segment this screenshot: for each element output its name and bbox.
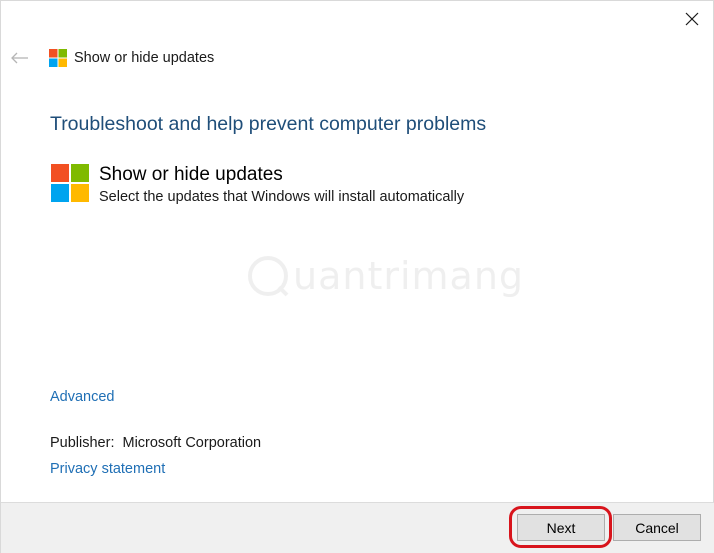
watermark: uantrimang: [245, 253, 524, 299]
back-arrow-icon: [11, 52, 28, 64]
watermark-text: uantrimang: [293, 254, 525, 298]
troubleshooter-description: Select the updates that Windows will ins…: [99, 189, 465, 205]
windows-logo-icon: [51, 164, 89, 202]
windows-logo-icon: [49, 49, 67, 67]
publisher-value: Microsoft Corporation: [122, 435, 262, 451]
window-title: Show or hide updates: [74, 50, 215, 66]
watermark-logo-icon: [248, 256, 289, 297]
close-icon: [685, 12, 699, 26]
publisher-label: Publisher:: [50, 435, 115, 451]
troubleshooter-window: Show or hide updates Troubleshoot and he…: [0, 0, 714, 553]
advanced-link[interactable]: Advanced: [50, 388, 115, 406]
privacy-statement-link[interactable]: Privacy statement: [50, 460, 165, 478]
publisher-info: Publisher: Microsoft Corporation: [50, 434, 261, 452]
close-button[interactable]: [673, 3, 711, 35]
page-heading: Troubleshoot and help prevent computer p…: [50, 113, 487, 135]
cancel-button[interactable]: Cancel: [613, 514, 701, 541]
back-button[interactable]: [7, 45, 33, 71]
footer-bar: [1, 502, 714, 553]
next-button[interactable]: Next: [517, 514, 605, 541]
troubleshooter-title: Show or hide updates: [99, 164, 283, 185]
